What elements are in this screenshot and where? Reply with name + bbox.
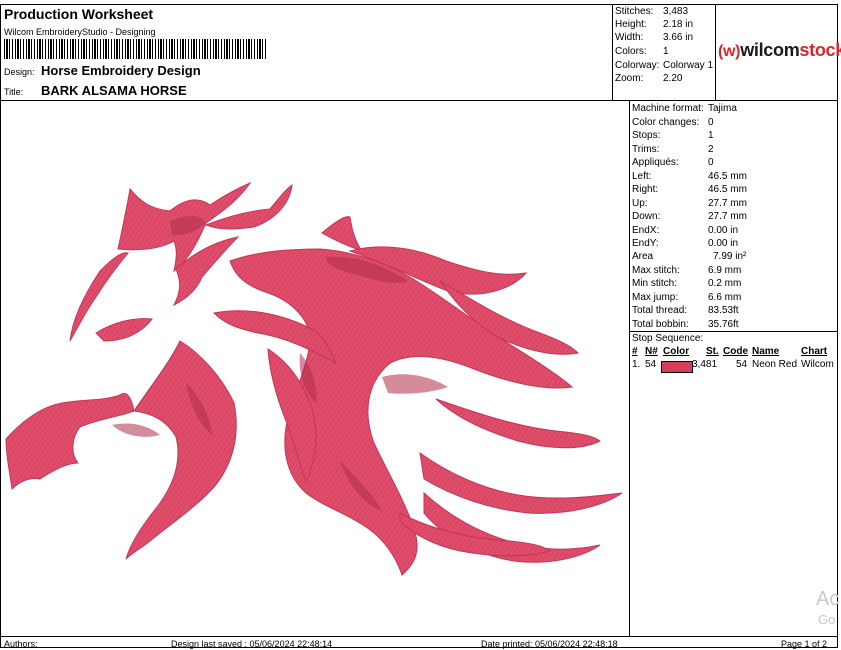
logo-suffix: stock xyxy=(799,40,841,60)
machine-label: Color changes: xyxy=(632,117,700,128)
machine-label: Appliqués: xyxy=(632,157,679,168)
machine-value: 35.76ft xyxy=(708,319,739,330)
machine-label: Min stitch: xyxy=(632,278,678,289)
col-n: N# xyxy=(645,346,658,357)
machine-value: 2 xyxy=(708,144,714,155)
cell-st: 3,481 xyxy=(692,359,718,370)
machine-label: Max stitch: xyxy=(632,265,680,276)
machine-value: 83.53ft xyxy=(708,305,739,316)
machine-value: 7.99 in² xyxy=(713,251,747,262)
footer-line xyxy=(0,636,838,637)
machine-label: Up: xyxy=(632,198,648,209)
col-st: St. xyxy=(706,346,719,357)
summary-label: Height: xyxy=(615,19,647,30)
cell-code: 54 xyxy=(736,359,748,370)
machine-label: Max jump: xyxy=(632,292,679,303)
wilcomstock-logo: (w)wilcomstock xyxy=(718,40,841,61)
machine-value: 27.7 mm xyxy=(708,198,747,209)
machine-value: 0 xyxy=(708,157,714,168)
stop-sequence-line xyxy=(629,331,838,332)
machine-value: 0.00 in xyxy=(708,238,739,249)
title-label: Title: xyxy=(4,87,24,97)
summary-value: 3,483 xyxy=(663,6,689,17)
machine-label: EndY: xyxy=(632,238,659,249)
footer-page: Page 1 of 2 xyxy=(781,639,828,649)
summary-label: Stitches: xyxy=(615,6,654,17)
machine-value: 0.2 mm xyxy=(708,278,742,289)
summary-value: 2.18 in xyxy=(663,19,694,30)
header-divider-1 xyxy=(612,4,613,101)
design-label: Design: xyxy=(4,67,35,77)
summary-label: Colors: xyxy=(615,46,647,57)
summary-value: 3.66 in xyxy=(663,32,694,43)
machine-label: Total bobbin: xyxy=(632,319,689,330)
machine-value: 46.5 mm xyxy=(708,184,747,195)
summary-value: 1 xyxy=(663,46,669,57)
mane-strand-7 xyxy=(419,451,623,514)
cell-n: 54 xyxy=(645,359,657,370)
machine-label: EndX: xyxy=(632,225,660,236)
col-chart: Chart xyxy=(801,346,828,357)
machine-value: 6.6 mm xyxy=(708,292,742,303)
horse-neck xyxy=(229,248,574,576)
machine-label: Area xyxy=(632,251,654,262)
machine-label: Trims: xyxy=(632,144,660,155)
machine-label: Right: xyxy=(632,184,659,195)
cell-chart: Wilcom xyxy=(801,359,834,370)
machine-value: 1 xyxy=(708,130,714,141)
machine-label: Stops: xyxy=(632,130,661,141)
design-title: BARK ALSAMA HORSE xyxy=(41,83,187,98)
summary-value: 2.20 xyxy=(663,73,683,84)
header-divider-2 xyxy=(715,4,716,101)
machine-value: 27.7 mm xyxy=(708,211,747,222)
machine-value: 0 xyxy=(708,117,714,128)
machine-value: Tajima xyxy=(708,103,737,114)
machine-label: Down: xyxy=(632,211,661,222)
right-panel-divider xyxy=(629,100,630,636)
machine-label: Total thread: xyxy=(632,305,688,316)
barcode xyxy=(4,39,268,59)
machine-value: 46.5 mm xyxy=(708,171,747,182)
footer-printed: Date printed: 05/06/2024 22:48:18 xyxy=(481,639,618,649)
footer-authors: Authors: xyxy=(4,639,38,649)
footer-saved: Design last saved : 05/06/2024 22:48:14 xyxy=(171,639,333,649)
watermark-line2: Go xyxy=(818,612,836,627)
summary-value: Colorway 1 xyxy=(663,60,714,71)
machine-value: 0.00 in xyxy=(708,225,739,236)
worksheet-title: Production Worksheet xyxy=(4,6,154,22)
machine-label: Machine format: xyxy=(632,103,704,114)
logo-mark-icon: (w) xyxy=(718,43,741,60)
machine-label: Left: xyxy=(632,171,652,182)
cell-num: 1. xyxy=(632,359,641,370)
mane-strand-6 xyxy=(435,398,601,449)
watermark-line1: Ac xyxy=(816,588,840,610)
design-name: Horse Embroidery Design xyxy=(41,63,201,78)
cell-name: Neon Red xyxy=(752,359,798,370)
horse-embroidery-artwork xyxy=(5,181,623,576)
col-num: # xyxy=(632,346,638,357)
horse-nostril xyxy=(95,318,153,342)
logo-prefix: wilcom xyxy=(740,40,800,60)
machine-value: 6.9 mm xyxy=(708,265,742,276)
software-name: Wilcom EmbroideryStudio - Designing xyxy=(4,27,156,37)
horse-jaw xyxy=(5,393,135,491)
summary-label: Zoom: xyxy=(615,73,644,84)
col-color: Color xyxy=(663,346,690,357)
color-swatch xyxy=(661,360,693,373)
col-name: Name xyxy=(752,346,780,357)
col-code: Code xyxy=(723,346,748,357)
horse-cheek xyxy=(125,340,237,560)
summary-label: Width: xyxy=(615,32,644,43)
summary-label: Colorway: xyxy=(615,60,660,71)
mane-strand-1 xyxy=(321,216,364,252)
stop-sequence-title: Stop Sequence: xyxy=(632,333,704,344)
